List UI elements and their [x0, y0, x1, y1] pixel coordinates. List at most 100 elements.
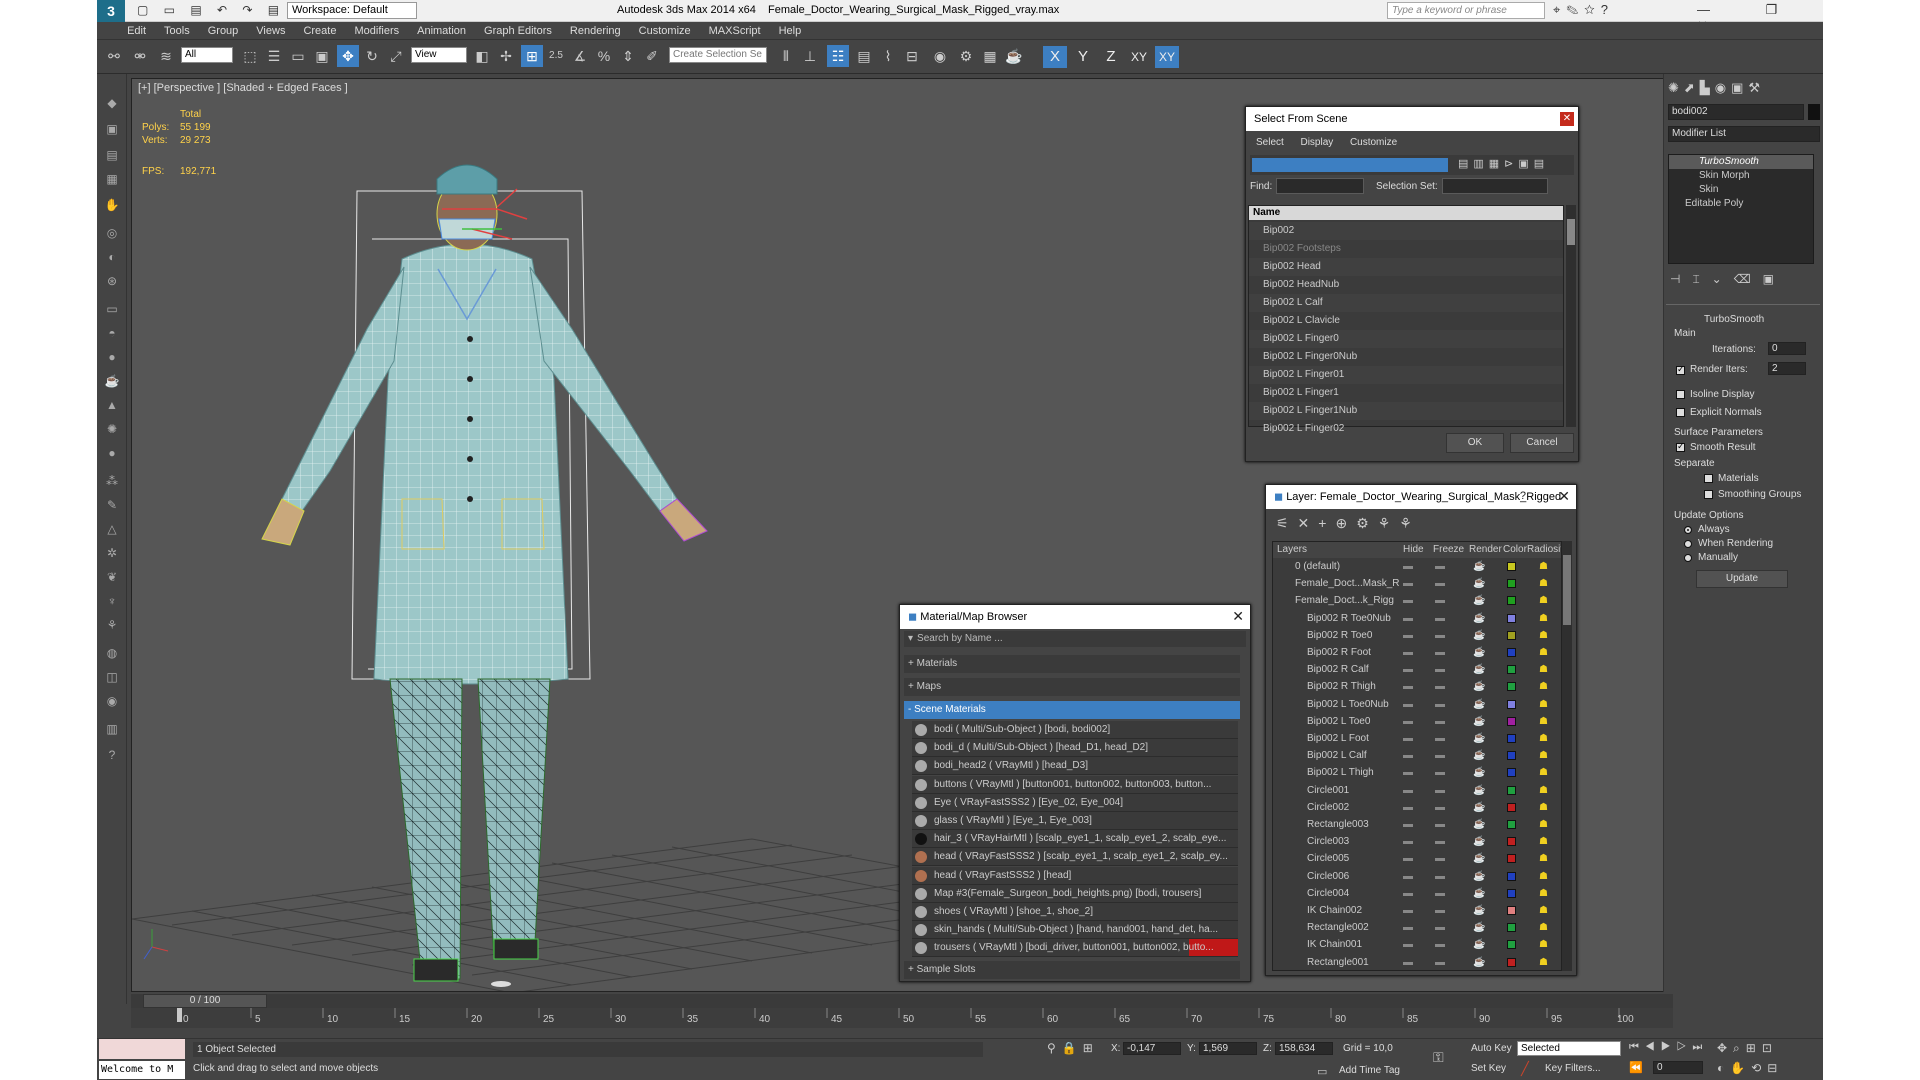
- render-toggle-icon[interactable]: ☕: [1473, 850, 1485, 867]
- layer-color-swatch[interactable]: [1507, 613, 1516, 623]
- hide-freeze-toggles[interactable]: ▬: [1403, 696, 1413, 713]
- layer-row[interactable]: Bip002 L Thigh ▬ ▬ ☕ ☗: [1273, 764, 1561, 781]
- select-object-icon[interactable]: ⬚: [239, 45, 261, 67]
- hide-freeze-toggles[interactable]: ▬: [1403, 730, 1413, 747]
- scene-object-row[interactable]: Bip002 HeadNub: [1249, 276, 1563, 294]
- layer-row[interactable]: Circle005 ▬ ▬ ☕ ☗: [1273, 850, 1561, 867]
- layer-row[interactable]: Female_Doct...k_Rigg ▬ ▬ ☕ ☗: [1273, 592, 1561, 609]
- close-icon[interactable]: ✕: [1232, 608, 1244, 625]
- radiosity-icon[interactable]: ☗: [1539, 782, 1548, 799]
- scene-material-row[interactable]: Eye ( VRayFastSSS2 ) [Eye_02, Eye_004]: [912, 793, 1238, 812]
- menu-rendering[interactable]: Rendering: [561, 22, 630, 37]
- angle-snap-icon[interactable]: ∡: [569, 45, 591, 67]
- curve-editor-icon[interactable]: ⌇: [877, 45, 899, 67]
- iterations-spinner[interactable]: 0: [1768, 342, 1806, 355]
- sound-icon[interactable]: ◐: [102, 248, 122, 266]
- scene-object-row[interactable]: Bip002 L Finger0: [1249, 330, 1563, 348]
- hide-freeze-toggles[interactable]: ▬: [1403, 936, 1413, 953]
- hide-freeze-toggles[interactable]: ▬: [1403, 816, 1413, 833]
- render-toggle-icon[interactable]: ☕: [1473, 730, 1485, 747]
- render-production-icon[interactable]: ☕: [1003, 45, 1025, 67]
- radiosity-icon[interactable]: ☗: [1539, 850, 1548, 867]
- plant-icon[interactable]: ❦: [102, 568, 122, 586]
- scene-object-row[interactable]: Bip002 L Calf: [1249, 294, 1563, 312]
- radiosity-icon[interactable]: ☗: [1539, 936, 1548, 953]
- mirror-icon[interactable]: ⫴: [775, 45, 797, 67]
- hide-freeze-toggles[interactable]: ▬: [1435, 885, 1445, 902]
- scene-object-row[interactable]: Bip002 L Clavicle: [1249, 312, 1563, 330]
- layer-row[interactable]: Circle003 ▬ ▬ ☕ ☗: [1273, 833, 1561, 850]
- layer-row[interactable]: Bip002 R Thigh ▬ ▬ ☕ ☗: [1273, 678, 1561, 695]
- radiosity-icon[interactable]: ☗: [1539, 644, 1548, 661]
- layer-color-swatch[interactable]: [1507, 716, 1516, 726]
- always-radio[interactable]: [1684, 526, 1692, 534]
- layer-color-swatch[interactable]: [1507, 596, 1516, 606]
- radiosity-icon[interactable]: ☗: [1539, 764, 1548, 781]
- layer-row[interactable]: Bip002 L Foot ▬ ▬ ☕ ☗: [1273, 730, 1561, 747]
- viewport-nav-icons-2[interactable]: ◐✋⟲⊟: [1717, 1061, 1783, 1075]
- layer-color-swatch[interactable]: [1507, 820, 1516, 829]
- render-toggle-icon[interactable]: ☕: [1473, 627, 1485, 644]
- modifier-stack[interactable]: TurboSmooth Skin Morph Skin Editable Pol…: [1668, 154, 1814, 264]
- name-column-header[interactable]: Name: [1249, 206, 1563, 220]
- paint-icon[interactable]: ✎: [102, 496, 122, 514]
- hide-freeze-toggles[interactable]: ▬: [1435, 575, 1445, 592]
- maxscript-listener-pink[interactable]: [99, 1039, 185, 1059]
- layer-color-swatch[interactable]: [1507, 768, 1516, 778]
- layer-row[interactable]: Rectangle003 ▬ ▬ ☕ ☗: [1273, 816, 1561, 833]
- menu-modifiers[interactable]: Modifiers: [345, 22, 408, 37]
- layer-color-swatch[interactable]: [1507, 854, 1516, 864]
- render-toggle-icon[interactable]: ☕: [1473, 833, 1485, 850]
- layer-scrollbar[interactable]: [1562, 541, 1572, 971]
- search-input[interactable]: Type a keyword or phrase: [1387, 2, 1545, 19]
- set-key-button[interactable]: Set Key: [1471, 1063, 1506, 1074]
- isoline-checkbox[interactable]: [1676, 390, 1685, 399]
- axis-x-button[interactable]: X: [1043, 46, 1067, 68]
- selection-filter-dropdown[interactable]: All: [181, 47, 233, 63]
- hide-freeze-toggles[interactable]: ▬: [1435, 747, 1445, 764]
- explicit-normals-checkbox[interactable]: [1676, 408, 1685, 417]
- col-layers[interactable]: Layers: [1277, 542, 1307, 558]
- col-freeze[interactable]: Freeze: [1433, 542, 1464, 558]
- layer-color-swatch[interactable]: [1507, 665, 1516, 675]
- hand-icon[interactable]: ✋: [102, 196, 122, 214]
- layer-row[interactable]: Rectangle002 ▬ ▬ ☕ ☗: [1273, 919, 1561, 936]
- hide-freeze-toggles[interactable]: ▬: [1403, 558, 1413, 575]
- keyboard-shortcut-override-icon[interactable]: ⊞: [521, 45, 543, 67]
- menu-animation[interactable]: Animation: [408, 22, 475, 37]
- scene-material-row[interactable]: skin_hands ( Multi/Sub-Object ) [hand, h…: [912, 921, 1238, 940]
- help-icon[interactable]: ?: [1520, 490, 1526, 502]
- layer-row[interactable]: Bip002 L Toe0 ▬ ▬ ☕ ☗: [1273, 713, 1561, 730]
- hide-freeze-toggles[interactable]: ▬: [1403, 919, 1413, 936]
- layer-color-swatch[interactable]: [1507, 802, 1516, 812]
- command-panel-tabs[interactable]: ✺⬈▙◉▣⚒: [1668, 80, 1765, 96]
- layer-color-swatch[interactable]: [1507, 579, 1516, 589]
- axis-xy-button[interactable]: XY: [1127, 46, 1151, 68]
- radiosity-icon[interactable]: ☗: [1539, 661, 1548, 678]
- link-icon[interactable]: ⚯: [103, 45, 125, 67]
- radiosity-icon[interactable]: ☗: [1539, 696, 1548, 713]
- scene-object-row[interactable]: Bip002 L Finger01: [1249, 366, 1563, 384]
- lock-icons[interactable]: ⚲🔒⊞: [1047, 1041, 1099, 1055]
- hide-freeze-toggles[interactable]: ▬: [1435, 816, 1445, 833]
- hide-freeze-toggles[interactable]: ▬: [1435, 558, 1445, 575]
- scene-object-row[interactable]: Bip002 Head: [1249, 258, 1563, 276]
- scene-object-row[interactable]: Bip002 L Finger1: [1249, 384, 1563, 402]
- sfs-menu-customize[interactable]: Customize: [1350, 137, 1397, 148]
- material-browser-title[interactable]: ◼ Material/Map Browser: [900, 605, 1250, 629]
- layer-color-swatch[interactable]: [1507, 837, 1516, 847]
- scene-object-row[interactable]: Bip002 L Finger1Nub: [1249, 402, 1563, 420]
- set-key-icon[interactable]: ╱: [1521, 1061, 1529, 1077]
- layer-row[interactable]: Circle006 ▬ ▬ ☕ ☗: [1273, 868, 1561, 885]
- render-setup-icon[interactable]: ⚙: [955, 45, 977, 67]
- hide-freeze-toggles[interactable]: ▬: [1403, 627, 1413, 644]
- layer-color-swatch[interactable]: [1507, 871, 1516, 881]
- key-filters-button[interactable]: Key Filters...: [1545, 1063, 1601, 1074]
- layer-color-swatch[interactable]: [1507, 751, 1516, 761]
- layer-color-swatch[interactable]: [1507, 648, 1516, 657]
- hide-freeze-toggles[interactable]: ▬: [1403, 850, 1413, 867]
- render-toggle-icon[interactable]: ☕: [1473, 799, 1485, 816]
- scene-material-row[interactable]: head ( VRayFastSSS2 ) [head]: [912, 866, 1238, 885]
- scene-material-row[interactable]: bodi ( Multi/Sub-Object ) [bodi, bodi002…: [912, 721, 1238, 739]
- radiosity-icon[interactable]: ☗: [1539, 730, 1548, 747]
